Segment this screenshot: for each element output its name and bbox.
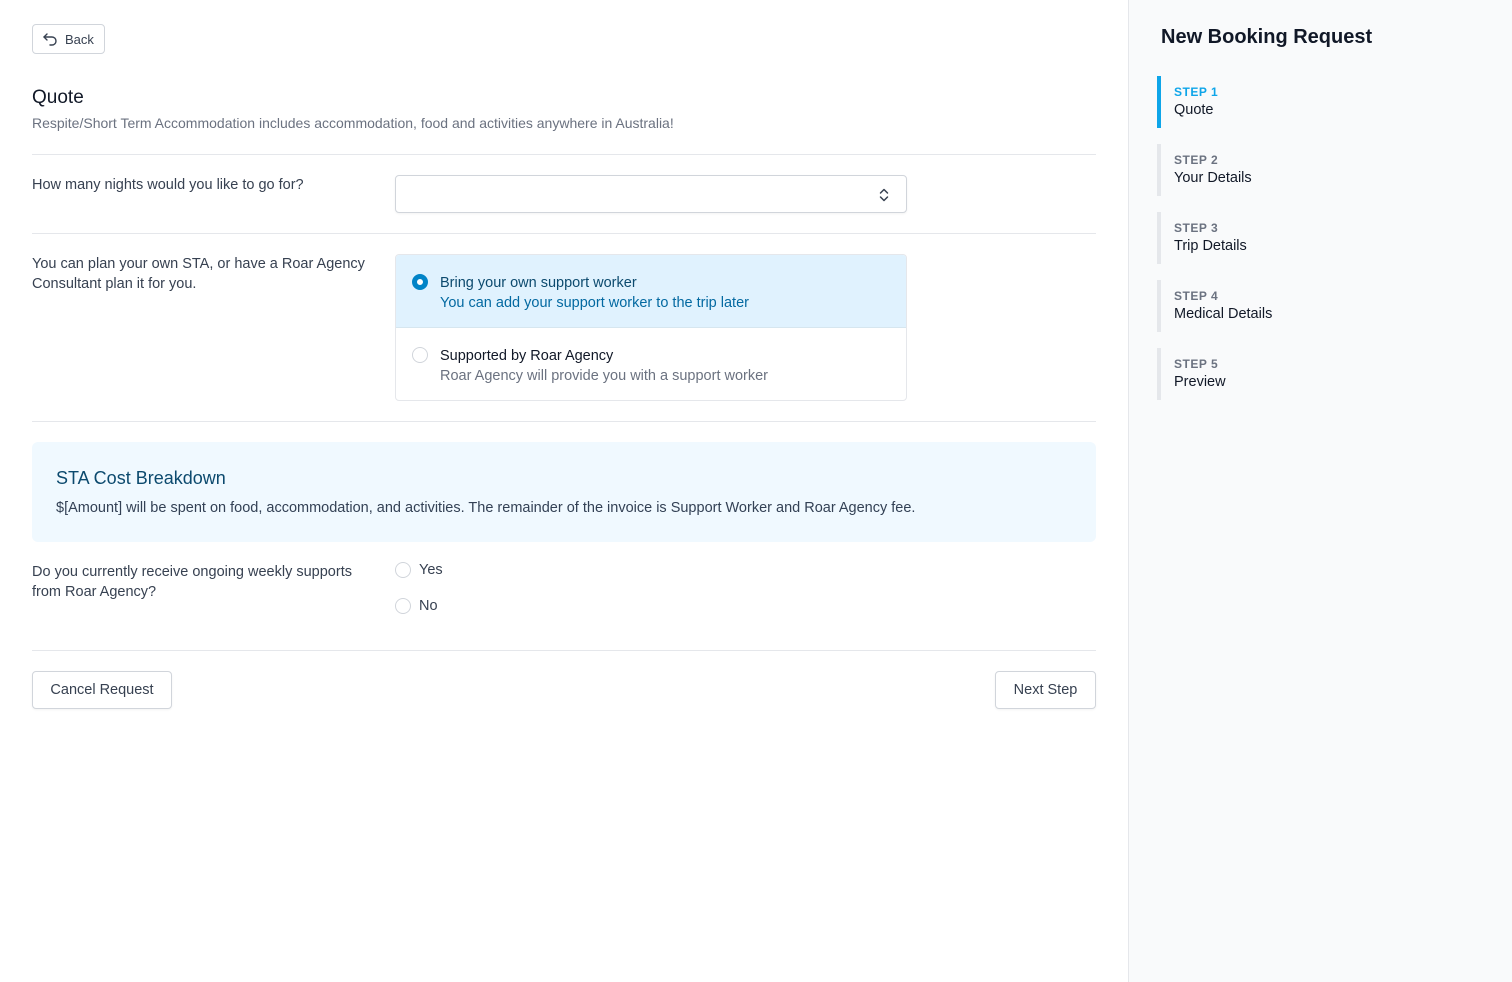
- weekly-option-no[interactable]: No: [395, 598, 438, 614]
- divider: [32, 421, 1096, 422]
- step-name: Preview: [1174, 374, 1226, 390]
- planning-question: You can plan your own STA, or have a Roa…: [32, 256, 365, 292]
- radio-button[interactable]: [395, 562, 411, 578]
- radio-option-supported-by-agency[interactable]: Supported by Roar Agency Roar Agency wil…: [396, 328, 906, 400]
- cost-breakdown-panel: STA Cost Breakdown $[Amount] will be spe…: [32, 442, 1096, 542]
- step-name: Quote: [1174, 102, 1214, 118]
- cost-breakdown-title: STA Cost Breakdown: [56, 468, 226, 488]
- steps-sidebar: New Booking Request STEP 1 Quote STEP 2 …: [1128, 0, 1512, 982]
- step-medical-details[interactable]: STEP 4 Medical Details: [1157, 280, 1477, 332]
- radio-option-title: Bring your own support worker: [440, 275, 637, 291]
- weekly-option-label: No: [419, 598, 438, 614]
- step-name: Your Details: [1174, 170, 1252, 186]
- radio-button[interactable]: [395, 598, 411, 614]
- divider: [32, 233, 1096, 234]
- radio-button[interactable]: [412, 347, 428, 363]
- page-subtitle: Respite/Short Term Accommodation include…: [32, 115, 674, 131]
- divider: [32, 650, 1096, 651]
- divider: [32, 154, 1096, 155]
- page-title: Quote: [32, 87, 84, 108]
- cancel-request-button[interactable]: Cancel Request: [32, 671, 172, 709]
- step-number: STEP 2: [1174, 153, 1219, 167]
- step-quote[interactable]: STEP 1 Quote: [1157, 76, 1477, 128]
- step-number: STEP 1: [1174, 85, 1219, 99]
- step-number: STEP 3: [1174, 221, 1219, 235]
- sidebar-title: New Booking Request: [1161, 26, 1373, 48]
- main-content: Back Quote Respite/Short Term Accommodat…: [0, 0, 1128, 982]
- step-your-details[interactable]: STEP 2 Your Details: [1157, 144, 1477, 196]
- step-number: STEP 4: [1174, 289, 1219, 303]
- nights-question: How many nights would you like to go for…: [32, 177, 304, 193]
- weekly-supports-question: Do you currently receive ongoing weekly …: [32, 564, 352, 600]
- back-button[interactable]: Back: [32, 24, 105, 54]
- back-arrow-icon: [43, 33, 57, 46]
- nights-select[interactable]: [395, 175, 907, 213]
- chevron-up-down-icon: [879, 188, 889, 202]
- radio-option-title: Supported by Roar Agency: [440, 348, 614, 364]
- step-name: Trip Details: [1174, 238, 1247, 254]
- next-step-button[interactable]: Next Step: [995, 671, 1096, 709]
- weekly-option-yes[interactable]: Yes: [395, 562, 443, 578]
- weekly-option-label: Yes: [419, 562, 443, 578]
- back-button-label: Back: [65, 31, 94, 47]
- step-preview[interactable]: STEP 5 Preview: [1157, 348, 1477, 400]
- step-number: STEP 5: [1174, 357, 1219, 371]
- planning-radio-group: Bring your own support worker You can ad…: [395, 254, 907, 401]
- radio-option-own-support-worker[interactable]: Bring your own support worker You can ad…: [396, 255, 906, 328]
- step-trip-details[interactable]: STEP 3 Trip Details: [1157, 212, 1477, 264]
- step-name: Medical Details: [1174, 306, 1273, 322]
- cost-breakdown-text: $[Amount] will be spent on food, accommo…: [56, 500, 916, 516]
- radio-option-description: You can add your support worker to the t…: [440, 295, 749, 311]
- radio-option-description: Roar Agency will provide you with a supp…: [440, 368, 769, 384]
- radio-button[interactable]: [412, 274, 428, 290]
